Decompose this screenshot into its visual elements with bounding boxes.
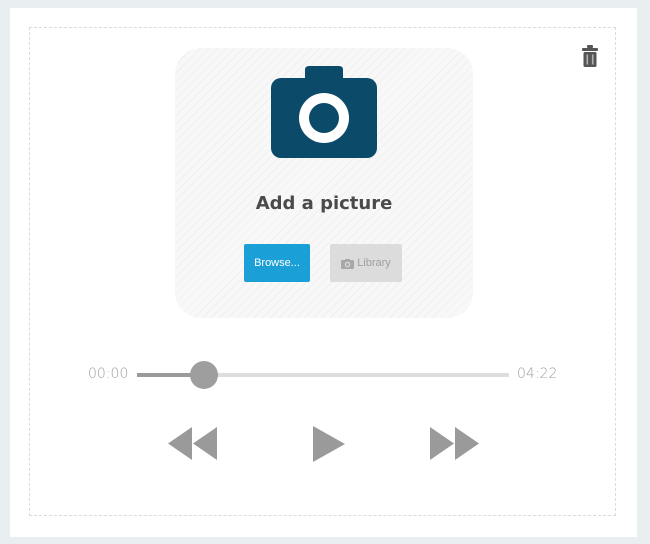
camera-small-icon [341, 258, 355, 269]
browse-button[interactable]: Browse... [244, 244, 310, 282]
total-time: 04:22 [517, 366, 558, 382]
slider-knob[interactable] [189, 361, 218, 389]
dropzone-title: Add a picture [255, 193, 393, 214]
camera-icon [271, 66, 377, 158]
current-time: 00:00 [88, 366, 129, 382]
library-button[interactable]: Library [330, 244, 402, 282]
fast-forward-icon[interactable] [429, 427, 479, 460]
rewind-icon[interactable] [168, 427, 218, 460]
picture-dropzone[interactable]: Add a picture Browse... Library [175, 48, 473, 318]
library-label: Library [357, 257, 391, 269]
progress-slider[interactable] [137, 361, 509, 389]
media-card: Add a picture Browse... Library 00:00 04… [10, 8, 637, 537]
play-icon[interactable] [312, 426, 345, 462]
trash-icon[interactable] [581, 45, 599, 67]
